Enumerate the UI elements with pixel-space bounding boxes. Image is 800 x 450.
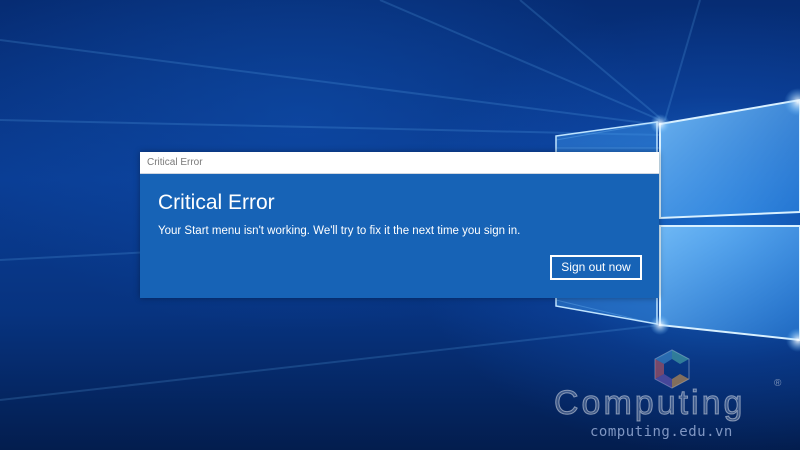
watermark-name: Computing xyxy=(553,384,746,423)
critical-error-dialog: Critical Error Critical Error Your Start… xyxy=(140,152,659,298)
dialog-title-bar[interactable]: Critical Error xyxy=(140,152,659,174)
window-title: Critical Error xyxy=(147,157,203,168)
error-message: Your Start menu isn't working. We'll try… xyxy=(158,225,521,237)
dialog-content: Critical Error Your Start menu isn't wor… xyxy=(140,174,659,298)
sign-out-now-button[interactable]: Sign out now xyxy=(550,255,642,280)
watermark-url: computing.edu.vn xyxy=(590,424,733,440)
dialog-heading: Critical Error xyxy=(158,191,275,214)
computing-watermark: Computing ® computing.edu.vn xyxy=(548,348,798,448)
registered-mark: ® xyxy=(774,378,782,389)
